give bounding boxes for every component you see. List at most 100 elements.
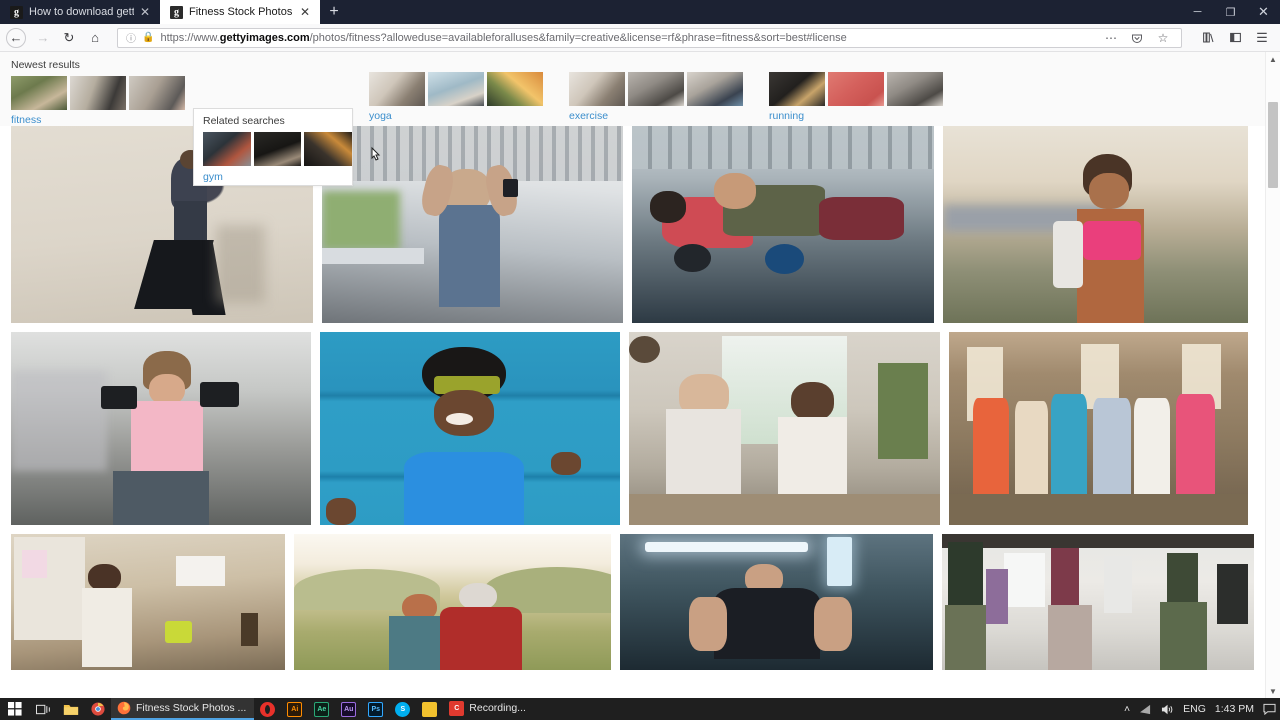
browser-window: How to download getty image ✕ Fitness St… [0,0,1280,720]
bookmark-star-icon[interactable]: ☆ [1153,28,1173,48]
adobe-audition-button[interactable]: Au [335,698,362,720]
group-thumbs [569,72,743,106]
image-result-foam-rolling-couple[interactable] [632,126,934,323]
thumbnail[interactable] [887,72,943,106]
getty-favicon-icon [10,5,23,19]
browser-tab-1[interactable]: How to download getty image ✕ [0,0,160,24]
tab-title: Fitness Stock Photos and Pictu [189,6,294,18]
language-indicator[interactable]: ENG [1183,703,1206,715]
related-searches-popup: Related searches gym [193,108,353,186]
image-result-woman-stretching-bridge[interactable] [322,126,623,323]
sticky-notes-icon [422,701,438,717]
tab-title: How to download getty image [29,6,134,18]
pocket-icon[interactable] [1127,28,1147,48]
back-button[interactable]: ← [6,27,26,48]
related-term-link[interactable]: exercise [569,110,743,122]
browser-tab-2[interactable]: Fitness Stock Photos and Pictu ✕ [160,0,320,24]
sticky-notes-button[interactable] [416,698,443,720]
clock[interactable]: 1:43 PM [1215,703,1254,715]
page-actions-icon[interactable]: ⋯ [1101,28,1121,48]
taskbar-window-label: Fitness Stock Photos ... [136,702,247,714]
thumbnail[interactable] [769,72,825,106]
window-controls: ─ ❐ ✕ [1181,0,1280,24]
page-content: Newest results fitness yoga exercise run… [0,52,1280,698]
image-result-senior-couple-hills[interactable] [294,534,612,670]
task-view-button[interactable] [30,698,57,720]
file-explorer-button[interactable] [57,698,85,720]
skype-button[interactable]: S [389,698,416,720]
related-searches-label: Related searches [203,115,285,127]
image-result-friends-kitchen-breakfast[interactable] [629,332,940,525]
reload-button[interactable]: ↻ [57,27,81,49]
toolbar-right-buttons: ☰ [1196,27,1274,49]
tray-chevron-icon[interactable]: ˄ [1124,703,1130,715]
image-result-woman-kitchen-drinking[interactable] [11,534,286,670]
camtasia-icon: C [449,700,465,716]
adobe-illustrator-button[interactable]: Ai [281,698,308,720]
minimize-button[interactable]: ─ [1181,0,1214,24]
forward-button[interactable]: → [31,27,55,49]
image-result-woman-blue-wall-dancing[interactable] [320,332,620,525]
notification-icon[interactable] [1263,703,1276,715]
close-tab-icon[interactable]: ✕ [140,6,152,18]
grid-row [11,534,1254,670]
thumbnail[interactable] [428,72,484,106]
thumbnail[interactable] [687,72,743,106]
camtasia-recording-button[interactable]: C Recording... [443,698,534,720]
grid-row [11,332,1254,525]
thumbnail[interactable] [569,72,625,106]
adobe-photoshop-button[interactable]: Ps [362,698,389,720]
start-button[interactable] [0,698,30,720]
restore-button[interactable]: ❐ [1214,0,1247,24]
opera-icon [260,701,276,717]
adobe-illustrator-icon: Ai [287,701,303,717]
thumbnail[interactable] [253,132,302,166]
thumbnail[interactable] [70,76,126,110]
related-group-yoga: yoga [369,52,543,122]
related-searches-row: Newest results fitness yoga exercise run… [0,52,1265,186]
sidebar-icon[interactable] [1223,27,1247,49]
thumbnail[interactable] [828,72,884,106]
image-result-yoga-class-studio[interactable] [942,534,1254,670]
volume-icon[interactable] [1161,704,1174,715]
google-chrome-button[interactable] [85,698,111,720]
image-result-woman-water-bottle-sunset[interactable] [943,126,1248,323]
skype-icon: S [395,701,411,717]
related-group-running: running [769,52,943,122]
adobe-after-effects-button[interactable]: Ae [308,698,335,720]
close-window-button[interactable]: ✕ [1247,0,1280,24]
site-info-icon[interactable]: ⓘ [126,30,136,45]
thumbnail[interactable] [628,72,684,106]
thumbnail[interactable] [11,76,67,110]
image-result-dance-fitness-class[interactable] [949,332,1248,525]
close-tab-icon[interactable]: ✕ [300,6,312,18]
lock-icon: 🔒 [142,32,155,43]
thumbnail[interactable] [304,132,353,166]
hamburger-menu-icon[interactable]: ☰ [1250,27,1274,49]
scrollbar-thumb[interactable] [1268,102,1278,188]
taskbar-active-window-firefox[interactable]: Fitness Stock Photos ... [111,698,255,720]
navigation-toolbar: ← → ↻ ⌂ ⓘ 🔒 https://www.gettyimages.com/… [0,24,1280,52]
opera-button[interactable] [254,698,281,720]
recording-label: Recording... [469,702,526,714]
tab-strip: How to download getty image ✕ Fitness St… [0,0,1280,24]
thumbnail[interactable] [129,76,185,110]
vertical-scrollbar[interactable]: ▲ ▼ [1265,52,1280,698]
address-bar[interactable]: ⓘ 🔒 https://www.gettyimages.com/photos/f… [117,27,1182,48]
related-term-link[interactable]: gym [203,171,352,183]
thumbnail[interactable] [203,132,251,166]
home-button[interactable]: ⌂ [83,27,107,49]
scroll-down-arrow[interactable]: ▼ [1266,684,1280,698]
adobe-audition-icon: Au [341,701,357,717]
related-term-link[interactable]: fitness [11,114,185,126]
image-result-dumbbell-squat-class[interactable] [11,332,311,525]
library-icon[interactable] [1196,27,1220,49]
thumbnail[interactable] [369,72,425,106]
scroll-up-arrow[interactable]: ▲ [1266,52,1280,66]
thumbnail[interactable] [487,72,543,106]
related-term-link[interactable]: yoga [369,110,543,122]
related-term-link[interactable]: running [769,110,943,122]
network-icon[interactable] [1139,704,1152,715]
new-tab-button[interactable]: + [320,0,348,24]
image-result-man-pushup-gym[interactable] [620,534,934,670]
